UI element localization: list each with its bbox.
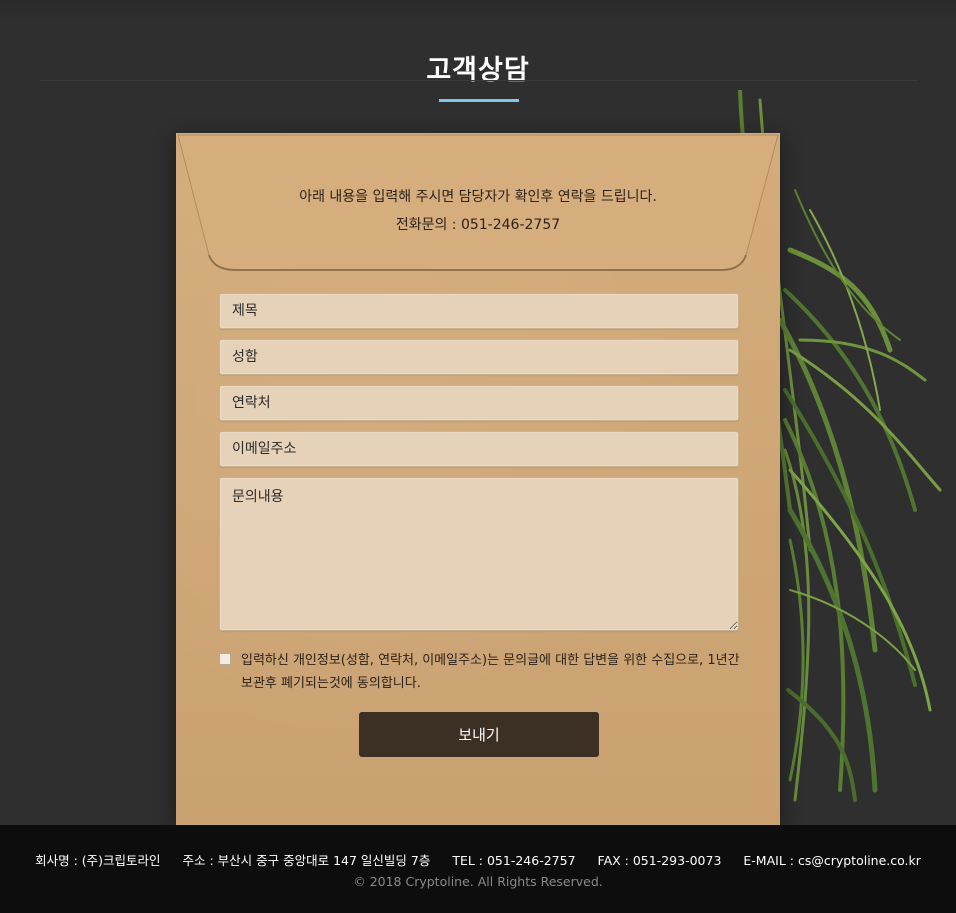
intro-text: 아래 내용을 입력해 주시면 담당자가 확인후 연락을 드립니다. 전화문의 :…: [176, 183, 780, 239]
email-input[interactable]: [219, 431, 739, 467]
footer-company: 회사명 : (주)크립토라인: [35, 853, 161, 868]
page-title: 고객상담: [426, 55, 530, 86]
consent-checkbox[interactable]: [219, 653, 231, 665]
title-divider: [40, 80, 918, 81]
footer-address: 주소 : 부산시 중구 중앙대로 147 일신빌딩 7층: [182, 853, 431, 868]
name-input[interactable]: [219, 339, 739, 375]
envelope-card: 아래 내용을 입력해 주시면 담당자가 확인후 연락을 드립니다. 전화문의 :…: [176, 133, 780, 825]
message-textarea[interactable]: [219, 477, 739, 631]
title-accent-bar: [439, 99, 519, 102]
send-button[interactable]: 보내기: [359, 712, 599, 757]
intro-phone: 전화문의 : 051-246-2757: [395, 217, 561, 233]
intro-line: 아래 내용을 입력해 주시면 담당자가 확인후 연락을 드립니다.: [299, 189, 657, 205]
footer-fax: FAX : 051-293-0073: [597, 853, 722, 868]
footer-copyright: © 2018 Cryptoline. All Rights Reserved.: [353, 874, 603, 889]
privacy-consent: 입력하신 개인정보(성함, 연락처, 이메일주소)는 문의글에 대한 답변을 위…: [219, 649, 749, 695]
consent-label: 입력하신 개인정보(성함, 연락처, 이메일주소)는 문의글에 대한 답변을 위…: [241, 653, 740, 691]
phone-input[interactable]: [219, 385, 739, 421]
footer-tel: TEL : 051-246-2757: [452, 853, 576, 868]
subject-input[interactable]: [219, 293, 739, 329]
top-strip: [0, 0, 956, 22]
footer-email: E-MAIL : cs@cryptoline.co.kr: [743, 853, 921, 868]
footer: 회사명 : (주)크립토라인 주소 : 부산시 중구 중앙대로 147 일신빌딩…: [0, 825, 956, 913]
footer-info: 회사명 : (주)크립토라인 주소 : 부산시 중구 중앙대로 147 일신빌딩…: [0, 850, 956, 869]
